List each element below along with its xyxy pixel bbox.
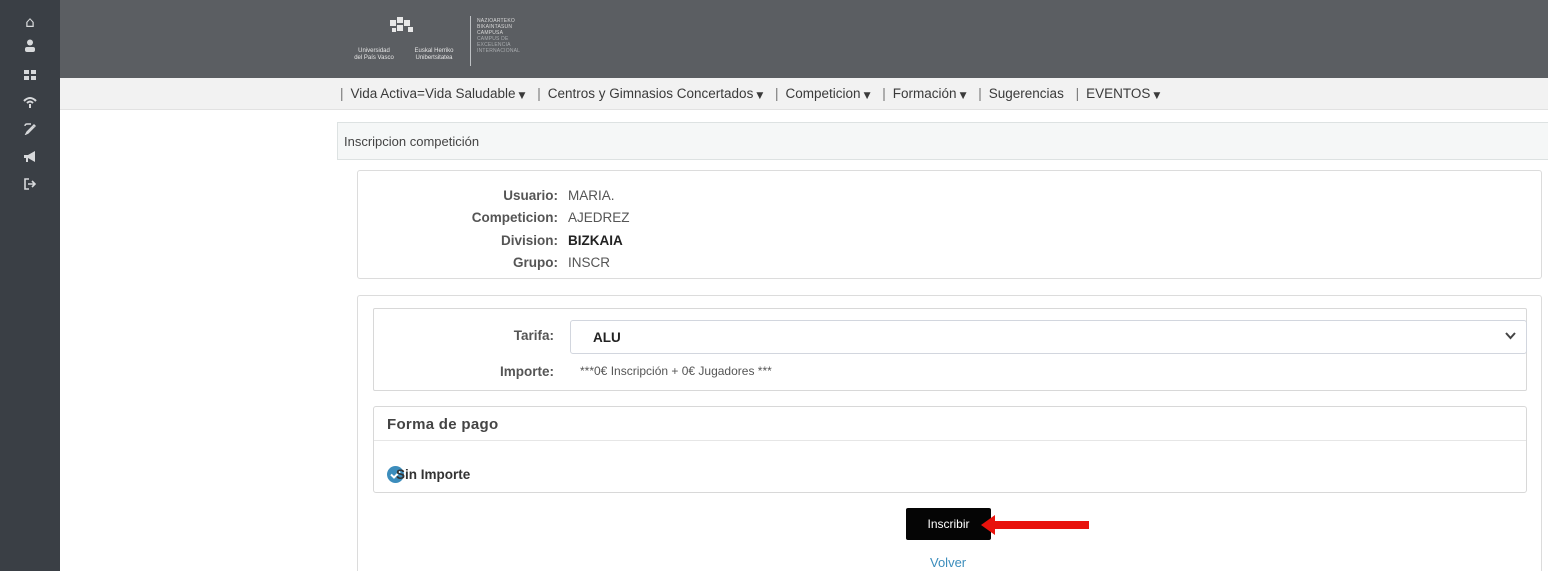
page-title: Inscripcion competición <box>344 134 480 149</box>
red-arrow-annotation <box>981 515 1089 535</box>
logo-name-eu: Euskal Herriko Unibertsitatea <box>414 48 454 61</box>
competicion-label: Competicion: <box>471 210 558 225</box>
main-nav: | Vida Activa=Vida Saludable ▼ | Centros y … <box>60 78 1548 110</box>
panel-heading: Inscripcion competición <box>337 122 1548 160</box>
grid-icon[interactable] <box>0 66 60 84</box>
payment-heading: Forma de pago <box>374 407 1526 441</box>
tarifa-label: Tarifa: <box>513 328 554 343</box>
division-label: Division: <box>500 233 558 248</box>
nav-separator: | <box>340 86 344 101</box>
nav-list: | Vida Activa=Vida Saludable ▼ | Centros y … <box>340 86 1168 101</box>
competicion-value: AJEDREZ <box>568 210 630 225</box>
logo-divider <box>470 16 471 66</box>
tarifa-section: Tarifa: ALU Importe: ***0€ Inscripción +… <box>373 308 1527 391</box>
caret-down-icon: ▼ <box>756 91 764 101</box>
top-header: Universidad del País Vasco Euskal Herrik… <box>60 0 1548 78</box>
broadcast-icon[interactable] <box>0 94 60 112</box>
nav-separator: | <box>775 86 779 101</box>
grupo-value: INSCR <box>568 255 611 270</box>
division-value: BIZKAIA <box>568 233 623 248</box>
usuario-label: Usuario: <box>503 188 558 203</box>
importe-value: ***0€ Inscripción + 0€ Jugadores *** <box>580 364 772 378</box>
megaphone-icon[interactable] <box>0 149 60 167</box>
grupo-label: Grupo: <box>513 255 558 270</box>
inscribir-button[interactable]: Inscribir <box>906 508 991 540</box>
payment-section: Forma de pago Sin Importe <box>373 406 1527 493</box>
importe-label: Importe: <box>500 364 554 379</box>
university-emblem-icon <box>390 17 413 32</box>
nav-item-competicion[interactable]: Competicion ▼ <box>786 86 871 101</box>
nav-item-vida-activa[interactable]: Vida Activa=Vida Saludable ▼ <box>351 86 526 101</box>
payment-option-sin-importe[interactable]: Sin Importe <box>396 467 470 482</box>
edit-icon[interactable] <box>0 121 60 139</box>
sign-out-icon[interactable] <box>0 176 60 194</box>
nav-item-formacion[interactable]: Formación ▼ <box>893 86 967 101</box>
nav-item-centros[interactable]: Centros y Gimnasios Concertados ▼ <box>548 86 764 101</box>
chevron-down-icon <box>1505 329 1516 343</box>
tarifa-selected-value: ALU <box>593 330 621 345</box>
nav-separator: | <box>978 86 982 101</box>
user-icon[interactable] <box>0 38 60 56</box>
payment-title: Forma de pago <box>387 416 499 433</box>
caret-down-icon: ▼ <box>1153 91 1161 101</box>
tarifa-select[interactable]: ALU <box>570 320 1527 354</box>
volver-link[interactable]: Volver <box>930 555 966 570</box>
usuario-value: MARIA. <box>568 188 615 203</box>
nav-item-eventos[interactable]: EVENTOS ▼ <box>1086 86 1160 101</box>
nav-item-sugerencias[interactable]: Sugerencias <box>989 86 1064 101</box>
upv-ehu-logo[interactable]: Universidad del País Vasco Euskal Herrik… <box>340 10 580 70</box>
nav-separator: | <box>882 86 886 101</box>
caret-down-icon: ▼ <box>959 91 967 101</box>
logo-name-es: Universidad del País Vasco <box>354 48 394 61</box>
caret-down-icon: ▼ <box>863 91 871 101</box>
home-icon[interactable]: ⌂ <box>0 13 60 31</box>
nav-separator: | <box>537 86 541 101</box>
sidebar-rail: ⌂ <box>0 0 60 571</box>
campus-label: NAZIOARTEKO BIKAINTASUN CAMPUSA CAMPUS D… <box>477 18 521 54</box>
caret-down-icon: ▼ <box>518 91 526 101</box>
inscription-info: Usuario: MARIA. Competicion: AJEDREZ Div… <box>357 170 1542 279</box>
nav-separator: | <box>1075 86 1080 101</box>
